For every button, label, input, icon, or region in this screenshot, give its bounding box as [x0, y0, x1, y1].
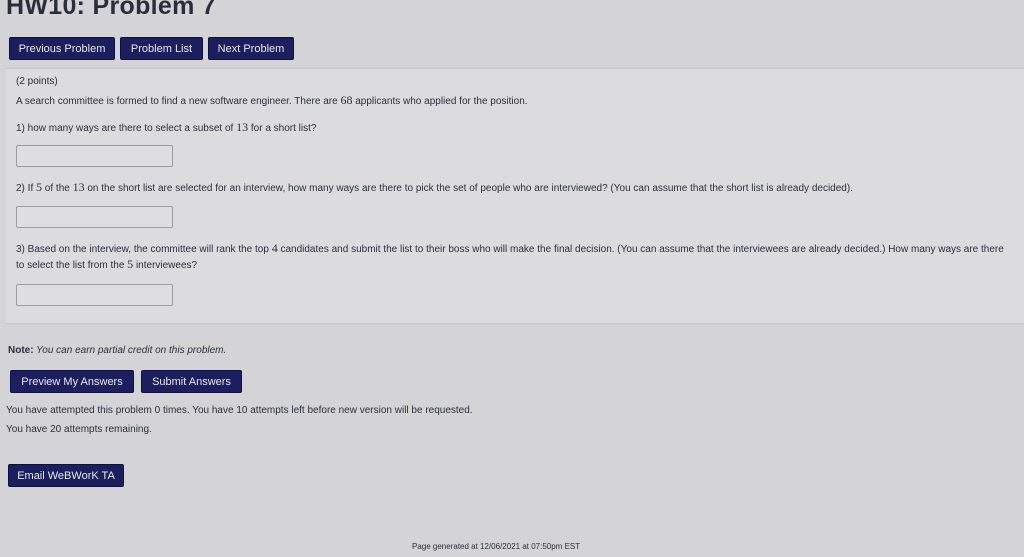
- answer-1-input[interactable]: [16, 145, 173, 167]
- attempts-remaining: You have 20 attempts remaining.: [6, 424, 152, 435]
- answer-3-input[interactable]: [16, 284, 173, 306]
- partial-credit-note: Note: You can earn partial credit on thi…: [8, 345, 227, 356]
- preview-answers-button[interactable]: Preview My Answers: [10, 370, 134, 393]
- problem-intro: A search committee is formed to find a n…: [16, 93, 528, 108]
- email-ta-button[interactable]: Email WeBWorK TA: [8, 464, 124, 487]
- submit-answers-button[interactable]: Submit Answers: [141, 370, 242, 393]
- next-problem-button[interactable]: Next Problem: [208, 37, 294, 60]
- attempts-status: You have attempted this problem 0 times.…: [6, 405, 473, 416]
- answer-2-input[interactable]: [16, 206, 173, 228]
- question-2-text: 2) If 5 of the 13 on the short list are …: [16, 180, 853, 195]
- page-title: HW10: Problem 7: [6, 0, 217, 20]
- problem-points: (2 points): [16, 76, 58, 87]
- problem-list-button[interactable]: Problem List: [120, 37, 203, 60]
- question-3-text: 3) Based on the interview, the committee…: [16, 241, 1004, 271]
- previous-problem-button[interactable]: Previous Problem: [9, 37, 115, 60]
- page-generated-footer: Page generated at 12/06/2021 at 07:50pm …: [412, 542, 581, 551]
- question-1-text: 1) how many ways are there to select a s…: [16, 120, 317, 135]
